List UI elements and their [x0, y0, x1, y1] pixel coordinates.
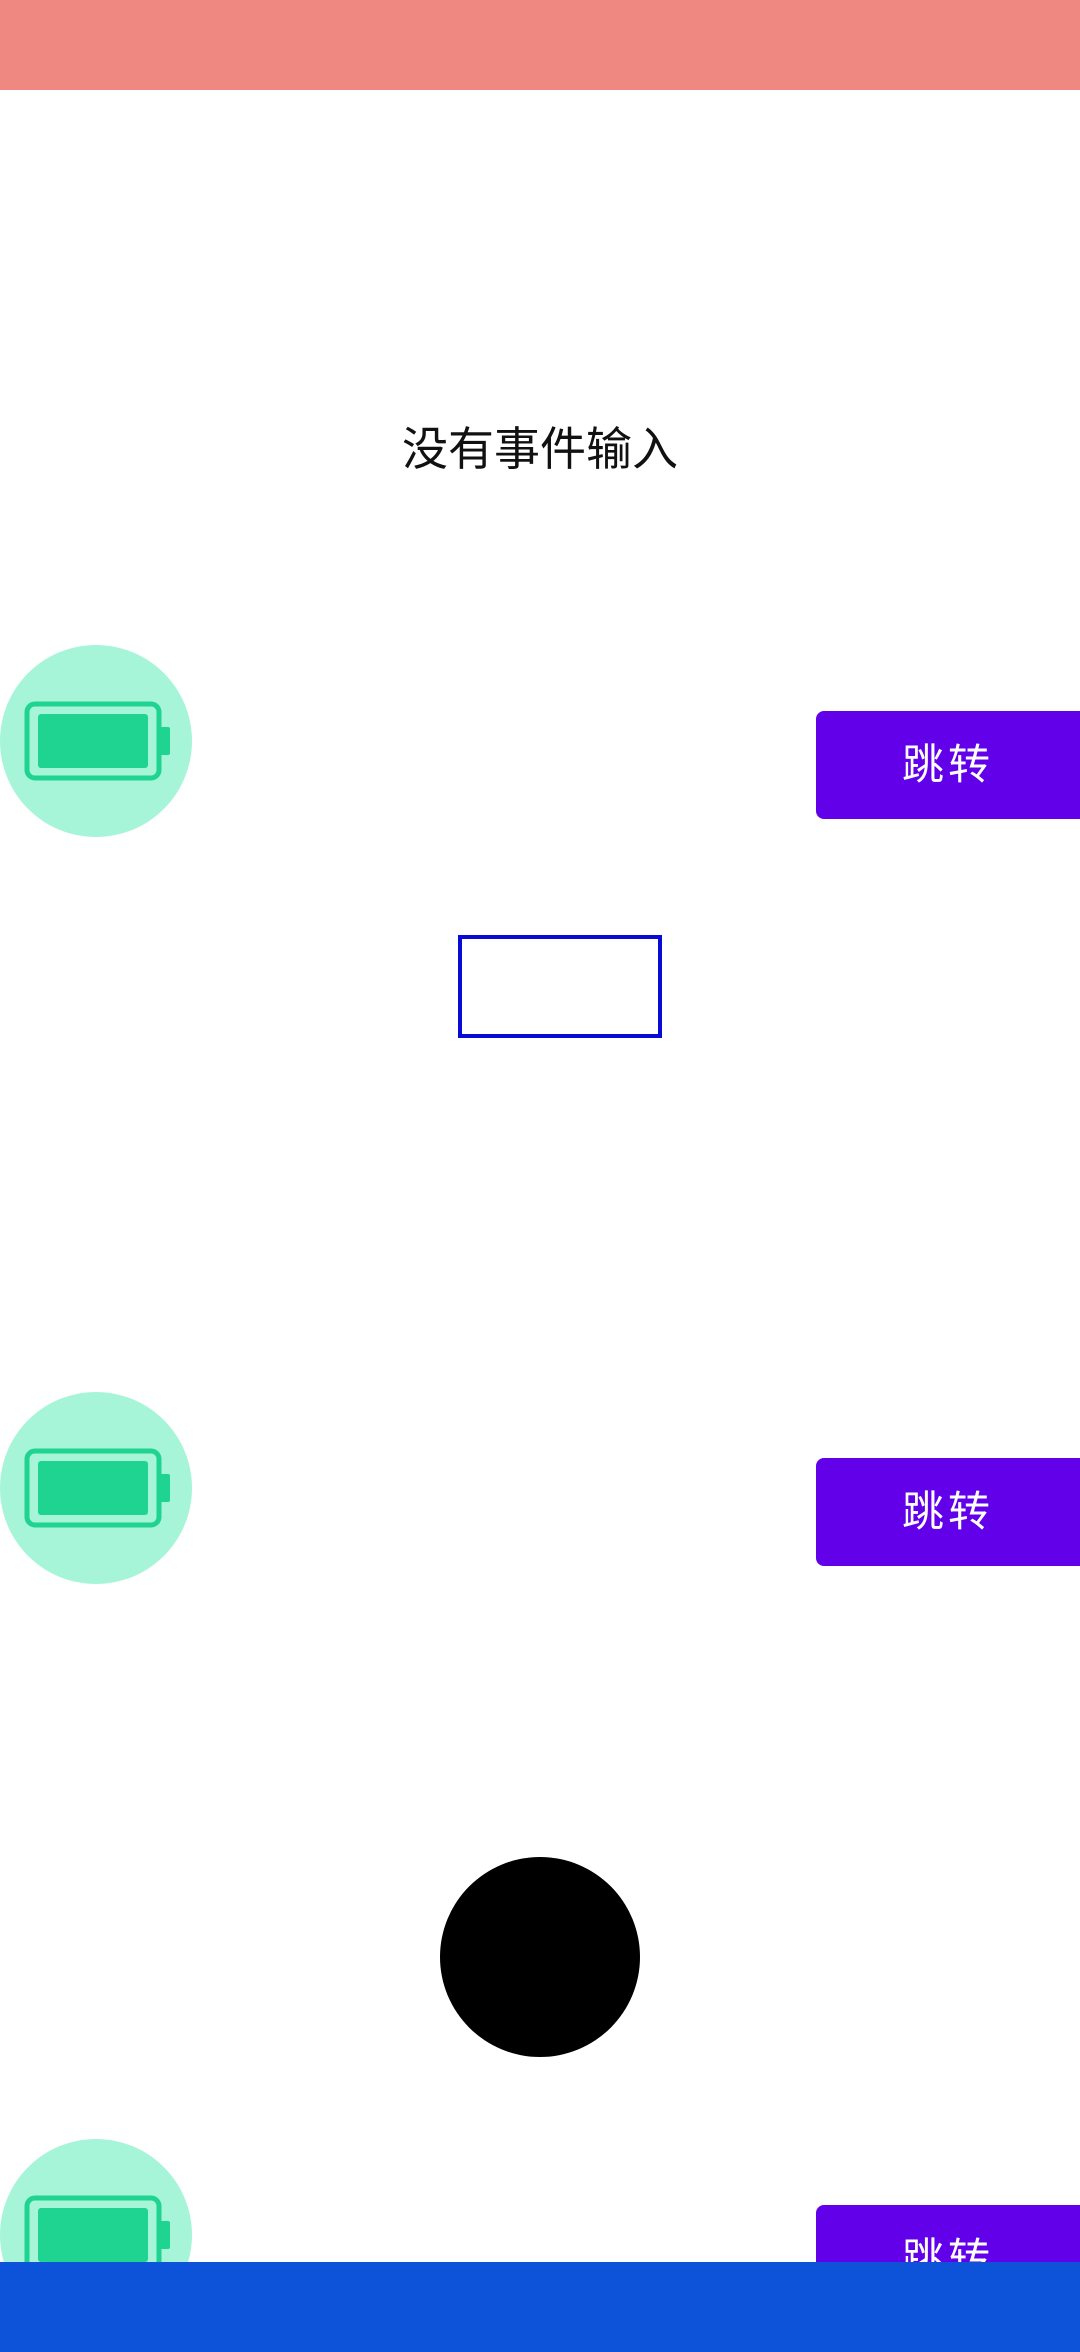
- battery-full-icon: [24, 1448, 170, 1528]
- app-screen: 没有事件输入 跳转 跳转 跳转: [0, 0, 1080, 2352]
- battery-badge: [0, 1392, 192, 1584]
- jump-button-1[interactable]: 跳转: [816, 711, 1080, 819]
- event-input-box[interactable]: [458, 935, 662, 1038]
- bottom-bar: [0, 2262, 1080, 2352]
- battery-badge: [0, 645, 192, 837]
- top-bar: [0, 0, 1080, 90]
- jump-button-2[interactable]: 跳转: [816, 1458, 1080, 1566]
- black-circle[interactable]: [440, 1857, 640, 2057]
- battery-full-icon: [24, 701, 170, 781]
- event-status-text: 没有事件输入: [402, 422, 678, 476]
